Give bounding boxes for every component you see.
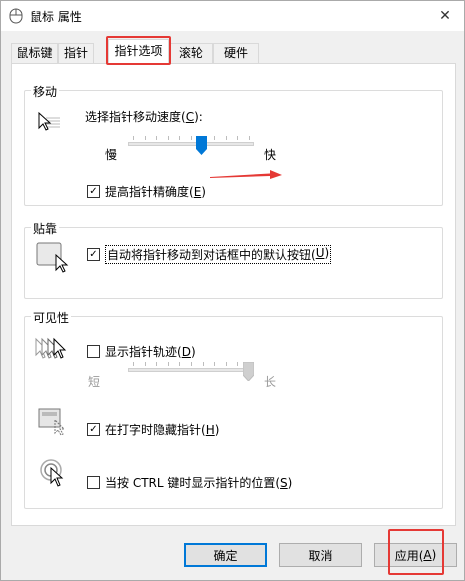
show-location-ctrl-label: 当按 CTRL 键时显示指针的位置( xyxy=(105,476,281,490)
tab-hardware[interactable]: 硬件 xyxy=(213,43,259,63)
trail-slider-thumb[interactable] xyxy=(243,362,254,381)
pointer-speed-icon xyxy=(38,111,60,131)
tab-pointers[interactable]: 指针 xyxy=(58,43,94,63)
snap-to-default-focus: 自动将指针移动到对话框中的默认按钮(U) xyxy=(105,245,332,264)
short-label: 短 xyxy=(88,375,101,389)
slider-tick xyxy=(226,136,227,140)
slider-tick xyxy=(145,362,146,366)
enhance-precision-label: 提高指针精确度( xyxy=(105,185,194,199)
pointer-speed-slider[interactable] xyxy=(128,136,254,162)
slider-tick xyxy=(214,136,215,140)
slider-tick xyxy=(145,136,146,140)
ok-button[interactable]: 确定 xyxy=(184,543,267,567)
slider-tick xyxy=(191,136,192,140)
slider-tick xyxy=(237,136,238,140)
pointer-trails-checkbox[interactable]: 显示指针轨迹(D) xyxy=(87,343,196,360)
long-label: 长 xyxy=(264,375,277,389)
enhance-precision-suffix: ) xyxy=(201,184,206,199)
enhance-precision-checkbox[interactable]: ✓ 提高指针精确度(E) xyxy=(87,183,206,200)
hide-while-typing-checkbox[interactable]: ✓ 在打字时隐藏指针(H) xyxy=(87,421,219,438)
snap-to-default-accesskey: U xyxy=(315,246,325,260)
show-location-ctrl-suffix: ) xyxy=(287,475,293,490)
apply-highlight-annotation xyxy=(388,529,444,575)
pointer-trails-suffix: ) xyxy=(190,344,196,359)
slider-tick xyxy=(191,362,192,366)
mouse-app-icon xyxy=(9,8,23,24)
red-arrow-annotation xyxy=(210,170,282,179)
snap-to-button-icon xyxy=(36,242,69,273)
pointer-options-panel: 移动 选择指针移动速度(C): 慢 快 ✓ 提高指针精确度(E) 贴靠 ✓ … xyxy=(11,63,456,526)
tab-mouse-buttons[interactable]: 鼠标键 xyxy=(11,43,58,63)
show-location-ctrl-accesskey: S xyxy=(280,475,288,490)
speed-slider-track xyxy=(128,142,254,146)
slider-tick xyxy=(168,136,169,140)
enhance-precision-accesskey: E xyxy=(193,184,202,199)
speed-slider-thumb[interactable] xyxy=(196,136,207,155)
show-location-icon xyxy=(40,459,64,487)
cancel-button[interactable]: 取消 xyxy=(279,543,362,567)
slider-tick xyxy=(179,362,180,366)
tab-highlight-annotation xyxy=(106,36,171,65)
slider-tick xyxy=(179,136,180,140)
close-icon: ✕ xyxy=(439,8,451,24)
fast-label: 快 xyxy=(264,148,277,162)
slider-tick xyxy=(168,362,169,366)
tab-wheel[interactable]: 滚轮 xyxy=(169,43,213,63)
snap-to-default-checkmark[interactable]: ✓ xyxy=(87,248,100,261)
hide-while-typing-accesskey: H xyxy=(205,422,215,437)
title-bar: 鼠标 属性 ✕ xyxy=(1,1,464,31)
slider-tick xyxy=(203,362,204,366)
motion-group-title: 移动 xyxy=(31,83,60,100)
slider-tick xyxy=(237,362,238,366)
visibility-group-title: 可见性 xyxy=(31,309,72,326)
snap-to-default-checkbox[interactable]: ✓ 自动将指针移动到对话框中的默认按钮(U) xyxy=(87,245,332,264)
pointer-trails-label: 显示指针轨迹( xyxy=(105,345,182,359)
speed-label-suffix: ): xyxy=(194,109,203,124)
speed-label-text: 选择指针移动速度( xyxy=(85,110,186,124)
speed-label-accesskey: C xyxy=(185,109,195,124)
slider-tick xyxy=(249,136,250,140)
pointer-trails-accesskey: D xyxy=(181,344,191,359)
snap-to-default-label: 自动将指针移动到对话框中的默认按钮( xyxy=(107,248,316,262)
mouse-properties-dialog: 鼠标 属性 ✕ 鼠标键 指针 指针选项 滚轮 硬件 移动 选择指针移动速度(C)… xyxy=(0,0,465,581)
hide-while-typing-label: 在打字时隐藏指针( xyxy=(105,423,206,437)
enhance-precision-checkmark[interactable]: ✓ xyxy=(87,185,100,198)
slider-tick xyxy=(226,362,227,366)
slider-tick xyxy=(133,136,134,140)
hide-while-typing-icon xyxy=(38,408,66,436)
snap-to-default-suffix: ) xyxy=(324,246,330,260)
trail-slider-track xyxy=(128,368,254,372)
speed-label: 选择指针移动速度(C): xyxy=(85,108,203,125)
show-location-ctrl-checkmark[interactable] xyxy=(87,476,100,489)
hide-while-typing-suffix: ) xyxy=(214,422,220,437)
show-location-ctrl-checkbox[interactable]: 当按 CTRL 键时显示指针的位置(S) xyxy=(87,474,292,491)
slider-tick xyxy=(156,136,157,140)
slider-tick xyxy=(214,362,215,366)
hide-while-typing-checkmark[interactable]: ✓ xyxy=(87,423,100,436)
close-button[interactable]: ✕ xyxy=(434,6,456,26)
tab-strip: 鼠标键 指针 指针选项 滚轮 硬件 xyxy=(1,39,464,63)
pointer-trails-icon xyxy=(35,337,67,359)
trail-length-slider[interactable] xyxy=(128,362,254,388)
slow-label: 慢 xyxy=(105,148,118,162)
pointer-trails-checkmark[interactable] xyxy=(87,345,100,358)
snap-group-title: 贴靠 xyxy=(31,220,60,237)
slider-tick xyxy=(133,362,134,366)
window-title: 鼠标 属性 xyxy=(30,10,82,24)
slider-tick xyxy=(156,362,157,366)
